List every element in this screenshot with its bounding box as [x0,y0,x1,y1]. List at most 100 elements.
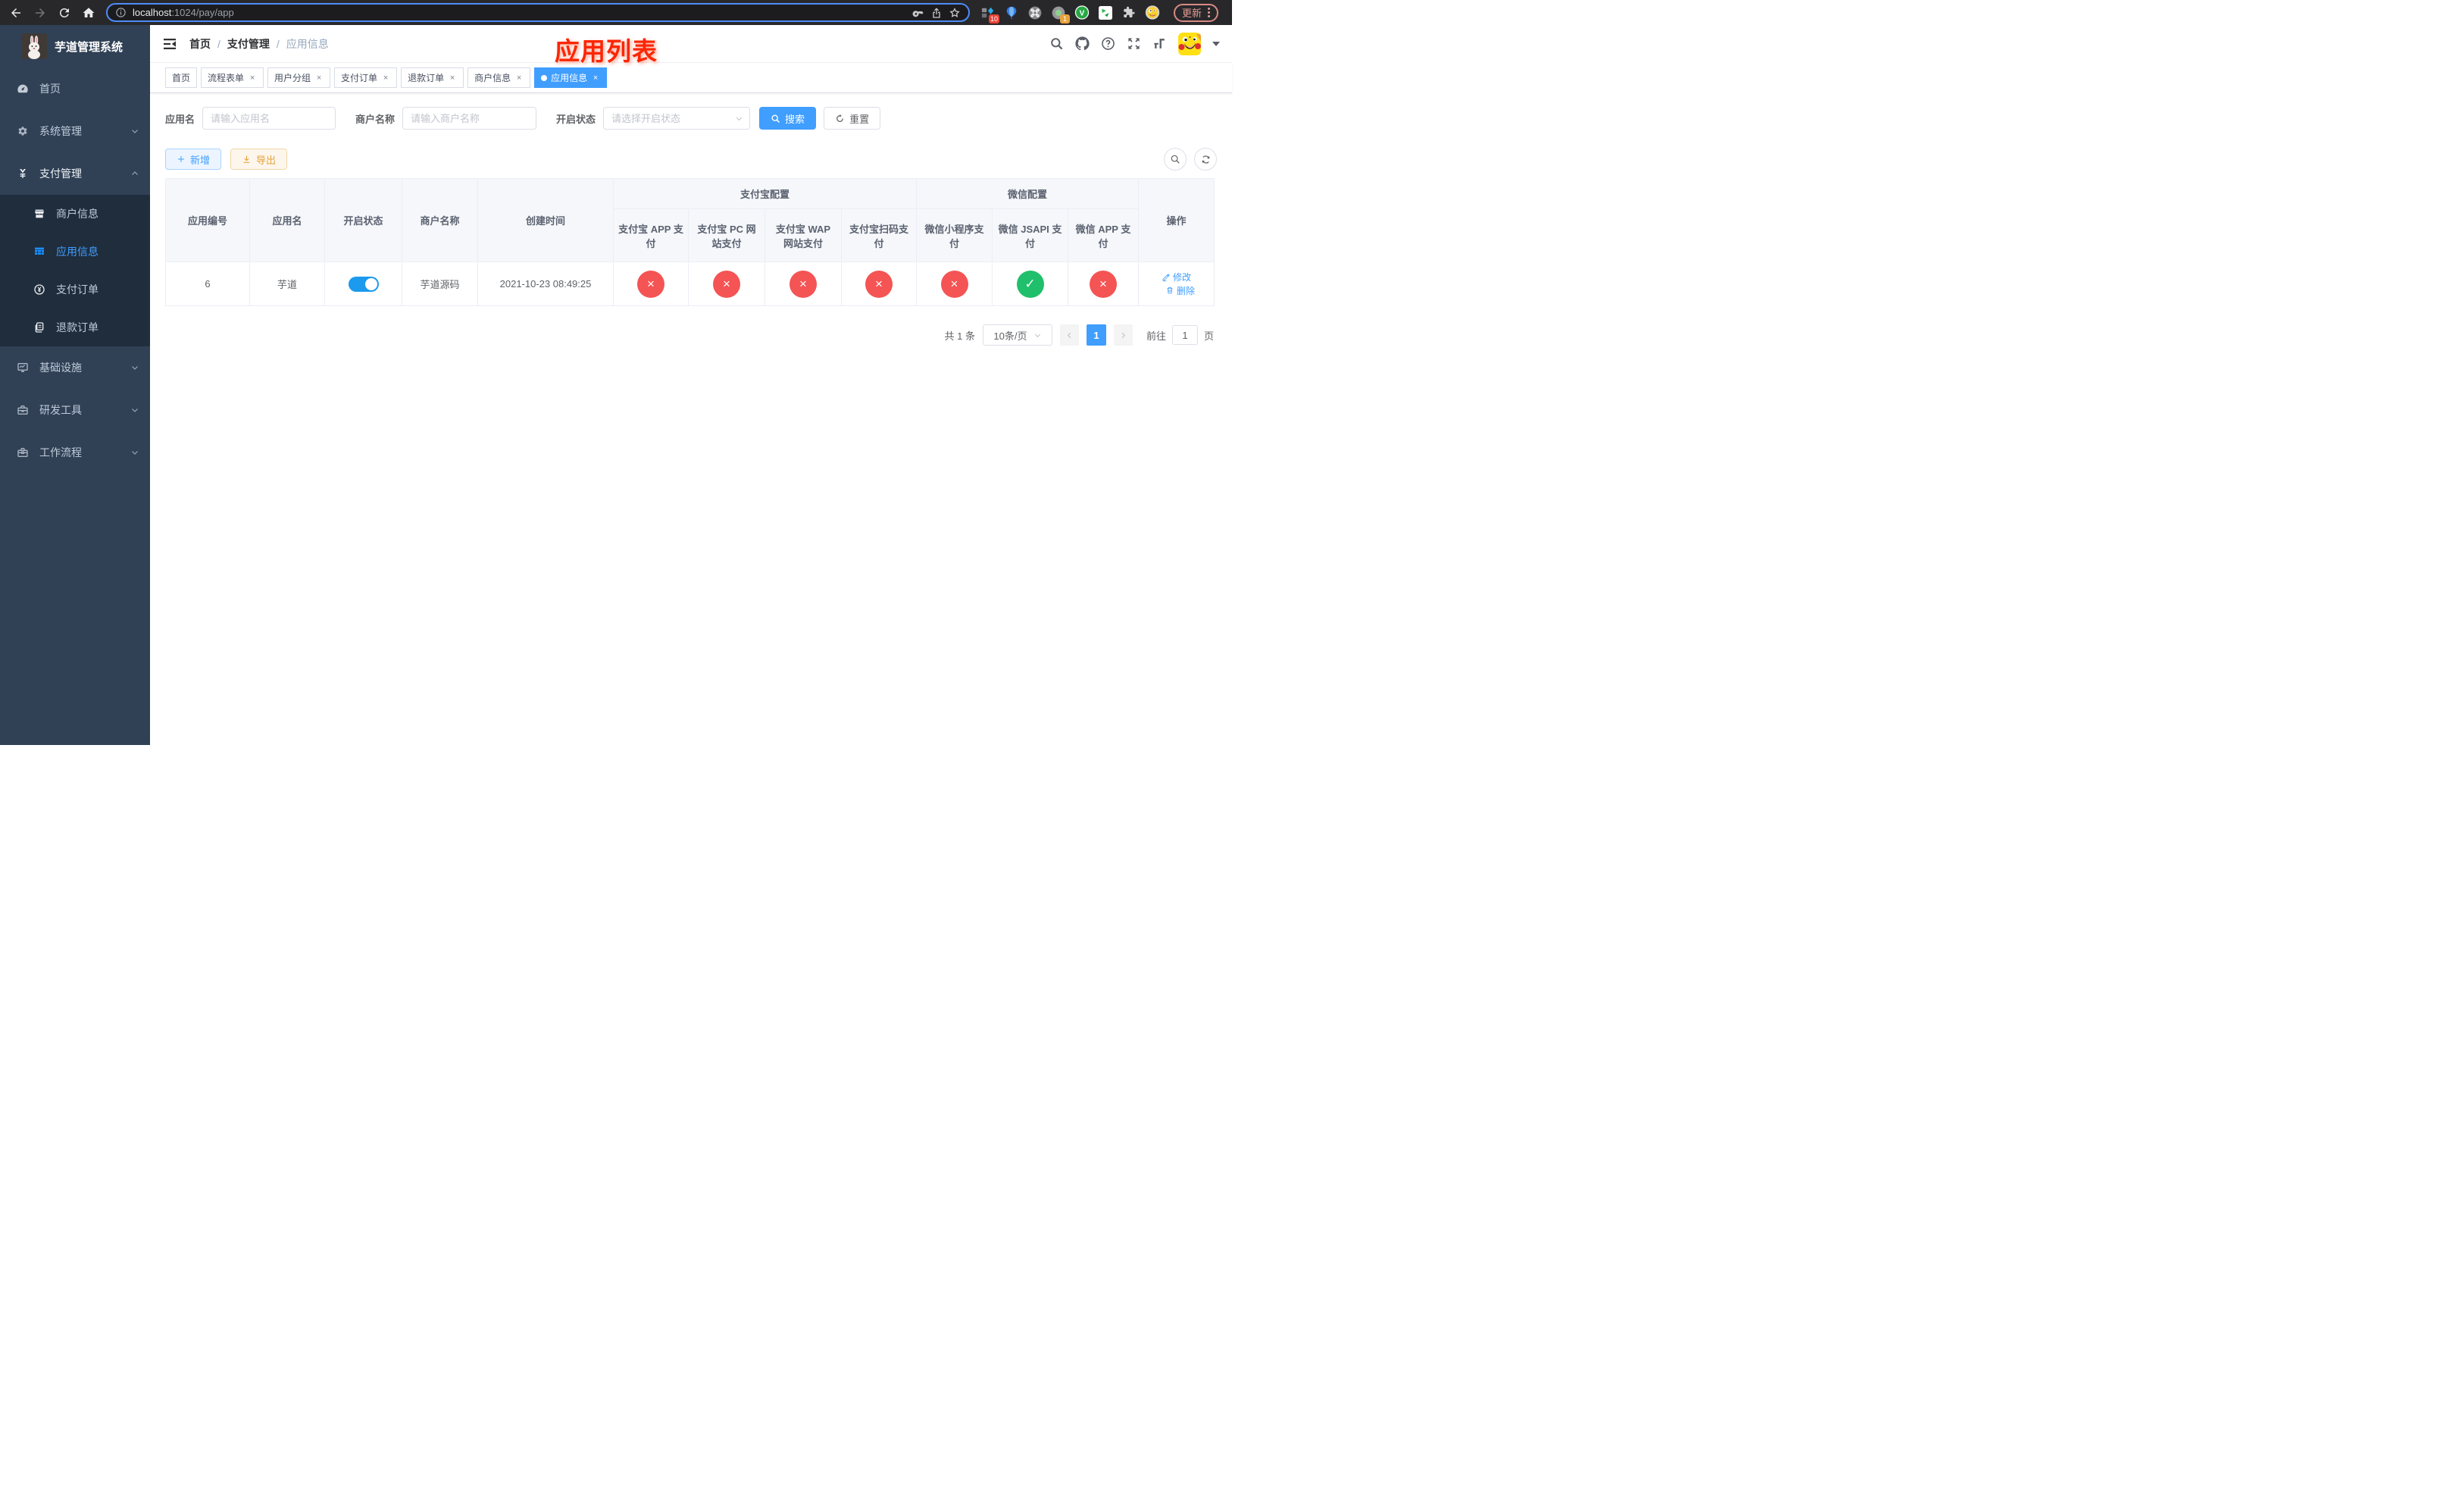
search-button[interactable]: 搜索 [759,107,817,130]
status-select[interactable] [603,107,751,130]
tab-app-info[interactable]: 应用信息 [534,67,608,88]
goto-label: 前往 [1146,330,1166,342]
sidebar-item-pay-orders[interactable]: 支付订单 [0,271,150,308]
breadcrumb-section[interactable]: 支付管理 [227,36,270,52]
merchant-name-input[interactable] [402,107,537,130]
close-icon[interactable] [591,74,600,83]
back-icon[interactable] [9,6,23,20]
tab-user-group[interactable]: 用户分组 [267,67,331,88]
col-header-created: 创建时间 [477,178,614,262]
sidebar-item-dev-tools[interactable]: 研发工具 [0,389,150,431]
password-key-icon[interactable] [912,7,924,19]
close-icon[interactable] [514,74,524,83]
edit-link[interactable]: 修改 [1162,271,1191,283]
tab-home[interactable]: 首页 [165,67,198,88]
delete-link[interactable]: 删除 [1165,284,1195,297]
breadcrumb-home[interactable]: 首页 [189,36,211,52]
sidebar-item-home[interactable]: 首页 [0,67,150,110]
close-icon[interactable] [381,74,390,83]
sidebar-fold-icon[interactable] [162,36,177,52]
cell-merchant: 芋道源码 [402,261,478,306]
tab-label: 用户分组 [274,73,311,83]
col-header-alipay-wap: 支付宝 WAP 网站支付 [765,208,842,262]
font-size-icon[interactable] [1152,36,1167,51]
status-toggle[interactable] [348,276,379,292]
col-header-wx-mini: 微信小程序支付 [916,208,993,262]
extension-recorder-icon[interactable]: 1 [1051,5,1070,23]
add-button[interactable]: 新增 [165,149,222,170]
prev-page-button[interactable] [1059,324,1079,346]
sidebar-item-label: 商户信息 [56,208,98,220]
hide-search-button[interactable] [1164,148,1187,171]
close-icon[interactable] [448,74,457,83]
bookmark-star-icon[interactable] [949,7,961,19]
github-icon[interactable] [1075,36,1090,51]
tab-merchant-info[interactable]: 商户信息 [467,67,531,88]
sidebar-item-merchant-info[interactable]: 商户信息 [0,195,150,233]
yen-icon [20,169,26,178]
extension-v-icon[interactable]: V [1074,5,1090,20]
sidebar-item-system[interactable]: 系统管理 [0,110,150,152]
sidebar-item-label: 支付订单 [56,283,98,296]
col-header-app-name: 应用名 [249,178,325,262]
close-icon[interactable] [314,74,324,83]
app-logo[interactable]: 芋道管理系统 [0,25,150,67]
col-header-wx-jsapi: 微信 JSAPI 支付 [992,208,1069,262]
cell-wx-app: × [1068,261,1140,306]
fullscreen-icon[interactable] [1127,36,1141,51]
extension-emoji-avatar[interactable] [1145,5,1160,20]
site-info-icon[interactable] [115,7,127,18]
gear-icon [18,127,27,136]
col-group-wechat: 微信配置 [916,178,1140,209]
help-icon[interactable] [1101,36,1115,51]
home-icon[interactable] [82,6,95,20]
reset-button-label: 重置 [849,113,870,125]
extension-balloon-icon[interactable] [1004,5,1019,20]
sidebar-item-app-info[interactable]: 应用信息 [0,233,150,271]
export-button[interactable]: 导出 [230,149,288,170]
user-avatar[interactable] [1178,32,1201,55]
extension-diamond-icon[interactable]: 10 [980,5,999,23]
page-number-1[interactable]: 1 [1086,324,1106,346]
col-header-app-id: 应用编号 [165,178,250,262]
sidebar-item-label: 支付管理 [39,167,82,180]
search-form: 应用名 商户名称 开启状态 搜索 重置 [165,107,1217,130]
extensions-puzzle-icon[interactable] [1121,5,1137,20]
forward-icon[interactable] [33,6,47,20]
goto-page-input[interactable] [1171,325,1198,345]
extension-command-icon[interactable] [1027,5,1043,20]
caret-down-icon[interactable] [1212,41,1220,46]
sidebar-item-infrastructure[interactable]: 基础设施 [0,346,150,389]
toggle-knob [364,277,377,290]
refresh-table-button[interactable] [1194,148,1217,171]
sidebar-item-refund-orders[interactable]: 退款订单 [0,308,150,346]
share-icon[interactable] [930,7,943,19]
status-select-input[interactable] [603,107,751,130]
tab-process-form[interactable]: 流程表单 [201,67,264,88]
sidebar-item-label: 退款订单 [56,321,98,333]
close-icon[interactable] [248,74,257,83]
tab-pay-orders[interactable]: 支付订单 [334,67,398,88]
page-size-select[interactable]: 10条/页 [982,324,1052,346]
reset-button[interactable]: 重置 [824,107,881,130]
browser-update-button[interactable]: 更新 [1174,3,1219,22]
extension-flag-icon[interactable] [1098,5,1113,20]
tab-refund-orders[interactable]: 退款订单 [401,67,464,88]
top-navbar: 首页 / 支付管理 / 应用信息 [150,25,1232,63]
sidebar-item-payment[interactable]: 支付管理 [0,152,150,195]
next-page-button[interactable] [1113,324,1133,346]
app-name-input[interactable] [202,107,336,130]
reload-icon[interactable] [58,6,71,20]
download-icon [243,155,250,163]
documents-icon [35,322,44,333]
search-icon[interactable] [1049,36,1064,51]
browser-chrome: localhost:1024/pay/app 10 1 V 更新 [0,0,1232,25]
refresh-icon [836,114,844,122]
sidebar-item-workflow[interactable]: 工作流程 [0,431,150,474]
url-bar[interactable]: localhost:1024/pay/app [106,3,970,22]
breadcrumb-separator: / [276,37,280,50]
chevron-left-icon [1067,332,1071,338]
breadcrumb: 首页 / 支付管理 / 应用信息 [189,36,329,52]
browser-menu-icon[interactable] [1208,8,1211,17]
sidebar: 芋道管理系统 首页 系统管理 支付管理 商户信息 应用信息 支付订单 退款订单 [0,25,150,745]
